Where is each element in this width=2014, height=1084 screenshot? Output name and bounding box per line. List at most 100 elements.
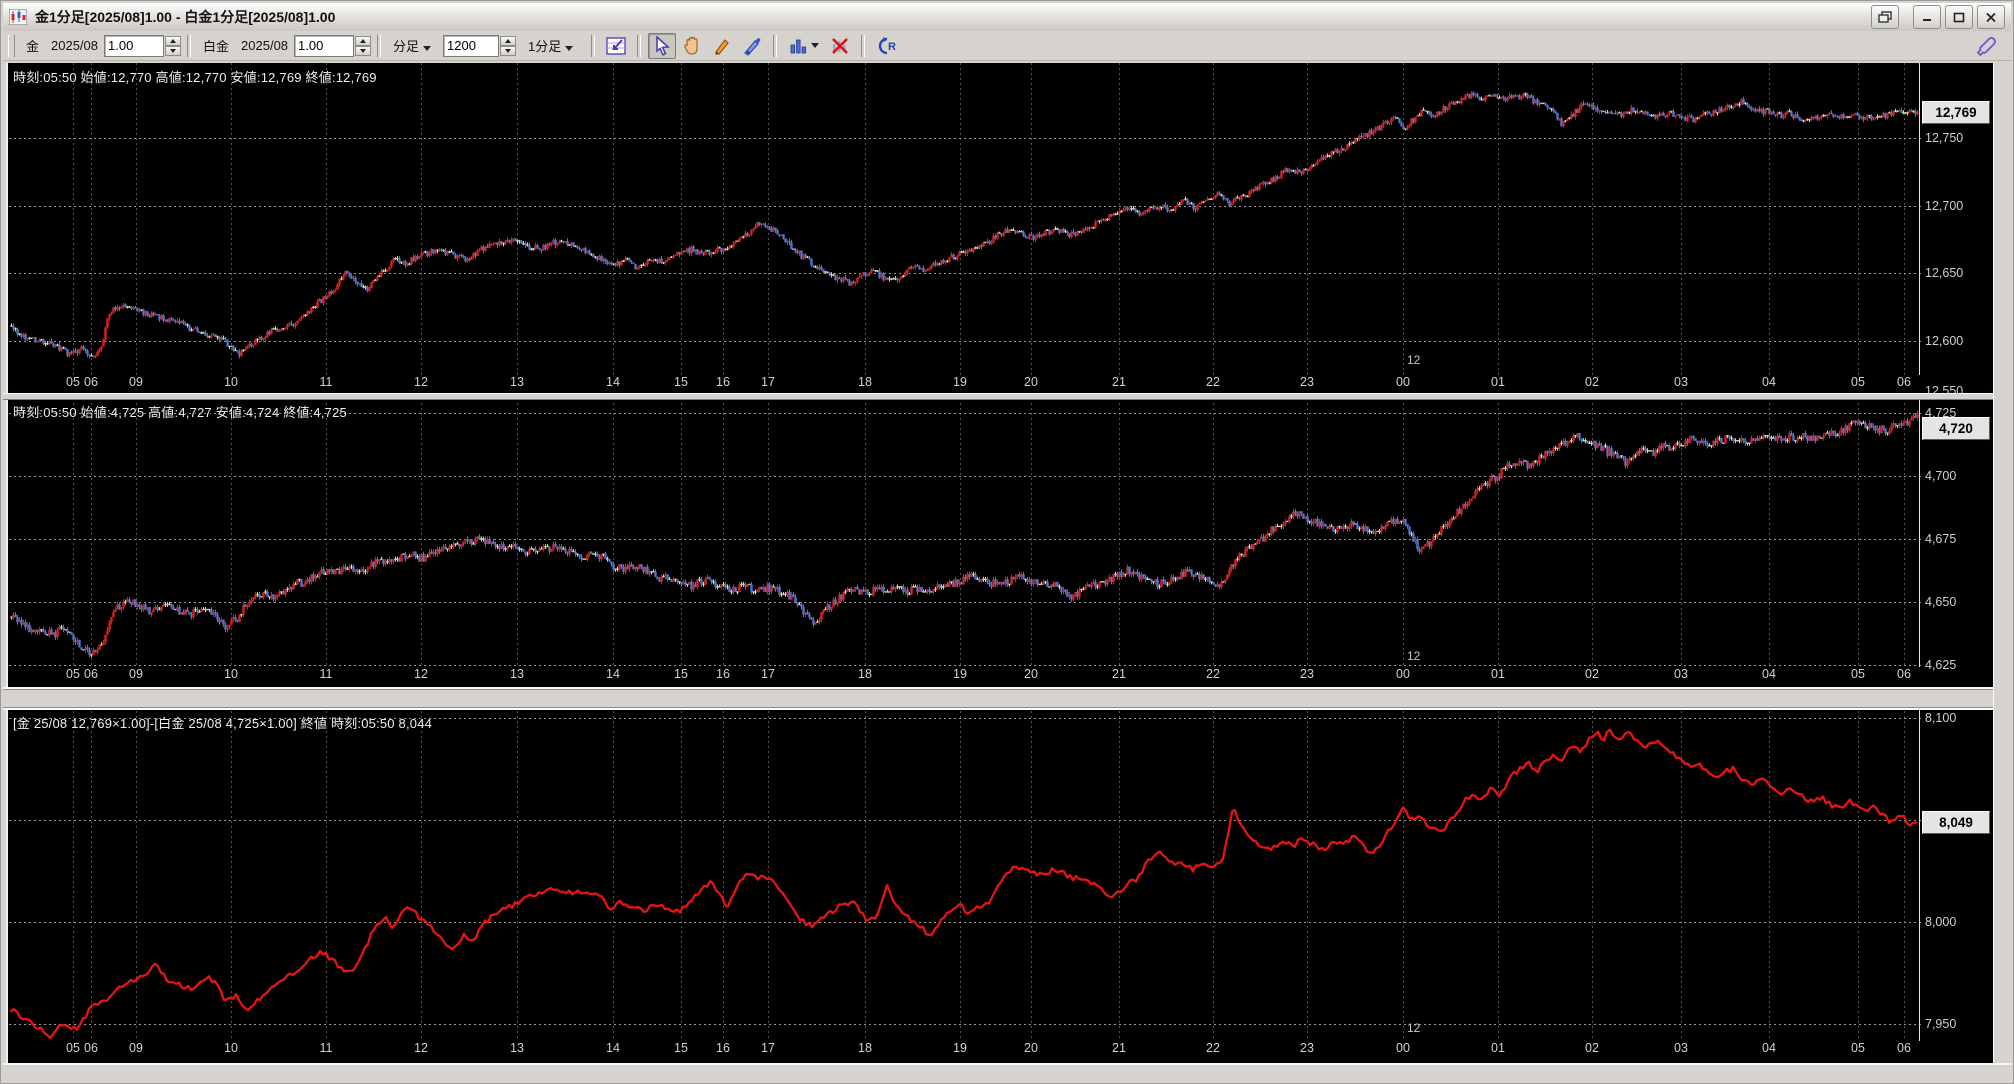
draw-line-button[interactable] [708, 33, 736, 59]
time-axis-label: 15 [666, 375, 696, 389]
spin-down-icon [360, 49, 366, 53]
timeframe-dropdown[interactable]: 1分足 [528, 36, 579, 55]
panel-splitter[interactable] [3, 393, 2011, 400]
time-axis-label: 04 [1754, 375, 1784, 389]
time-axis-label: 20 [1016, 667, 1046, 681]
time-axis-label: 17 [753, 375, 783, 389]
time-axis-label: 18 [850, 1041, 880, 1055]
toolbar-grip[interactable] [8, 35, 15, 57]
chevron-down-icon [811, 43, 819, 48]
window-title: 金1分足[2025/08]1.00 - 白金1分足[2025/08]1.00 [35, 7, 335, 27]
bar-count-stepper[interactable] [500, 36, 516, 56]
time-axis-label: 19 [945, 1041, 975, 1055]
toolbar-separator [187, 35, 191, 57]
window-bottom-frame [3, 1063, 2011, 1084]
gold-scale-input[interactable] [104, 35, 164, 57]
date-change-label: 12 [1407, 1021, 1420, 1035]
chart-type-button[interactable] [784, 33, 824, 59]
date-change-label: 12 [1407, 353, 1420, 367]
time-axis-label: 06 [76, 1041, 106, 1055]
time-axis-label: 19 [945, 375, 975, 389]
hand-icon [682, 36, 702, 56]
time-axis-label: 13 [502, 375, 532, 389]
panel-splitter[interactable] [3, 687, 2011, 710]
time-axis-label: 10 [216, 375, 246, 389]
close-button[interactable] [1977, 5, 2005, 29]
gold-last-price-badge: 12,769 [1922, 101, 1990, 124]
time-axis-label: 22 [1198, 375, 1228, 389]
y-axis-label: 7,950 [1925, 1017, 1987, 1031]
minimize-button[interactable] [1913, 5, 1941, 29]
time-axis-label: 09 [121, 375, 151, 389]
time-axis-row: 0506091011121314151617181920212223000102… [9, 375, 1921, 393]
wrench-icon [1977, 36, 1997, 56]
y-axis-label: 8,100 [1925, 711, 1987, 725]
time-axis-label: 05 [1843, 375, 1873, 389]
spread-line-chart[interactable] [9, 706, 1921, 1041]
platinum-last-price-badge: 4,720 [1922, 417, 1990, 440]
time-axis-label: 20 [1016, 375, 1046, 389]
maximize-icon [1953, 12, 1965, 23]
title-bar[interactable]: 金1分足[2025/08]1.00 - 白金1分足[2025/08]1.00 [3, 3, 2011, 31]
platinum-candle-chart[interactable] [9, 398, 1921, 667]
spread-last-price-badge: 8,049 [1922, 811, 1990, 834]
time-axis-label: 05 [1843, 1041, 1873, 1055]
time-axis-row: 0506091011121314151617181920212223000102… [9, 667, 1921, 685]
time-axis-label: 01 [1483, 1041, 1513, 1055]
chevron-down-icon [423, 46, 431, 51]
annotate-pen-button[interactable] [738, 33, 766, 59]
time-axis-label: 01 [1483, 667, 1513, 681]
pan-tool-button[interactable] [678, 33, 706, 59]
y-axis-label: 8,000 [1925, 915, 1987, 929]
time-axis-label: 21 [1104, 1041, 1134, 1055]
cursor-tool-button[interactable] [648, 33, 676, 59]
time-axis-label: 01 [1483, 375, 1513, 389]
toolbar: 金 2025/08 白金 2025/08 分足 1分足 [3, 31, 2011, 61]
gold-ohlc-readout: 時刻:05:50 始値:12,770 高値:12,770 安値:12,769 終… [13, 67, 377, 86]
window-layers-button[interactable] [1871, 5, 1899, 29]
time-axis-label: 22 [1198, 667, 1228, 681]
time-axis-label: 06 [1889, 1041, 1919, 1055]
spin-up-icon [505, 39, 511, 43]
toolbar-separator [773, 35, 777, 57]
refresh-button[interactable]: R [872, 33, 900, 59]
bar-count-input[interactable] [443, 35, 499, 57]
time-axis-label: 00 [1388, 1041, 1418, 1055]
spin-down-icon [505, 49, 511, 53]
close-icon [1985, 12, 1997, 23]
time-axis-label: 14 [598, 1041, 628, 1055]
time-axis-label: 22 [1198, 1041, 1228, 1055]
platinum-scale-stepper[interactable] [355, 36, 371, 56]
platinum-scale-input[interactable] [294, 35, 354, 57]
time-axis-label: 16 [708, 1041, 738, 1055]
y-axis-label: 4,625 [1925, 658, 1987, 672]
time-axis-label: 15 [666, 1041, 696, 1055]
time-axis-label: 02 [1577, 1041, 1607, 1055]
gold-candle-chart[interactable] [9, 63, 1921, 375]
time-axis-label: 23 [1292, 667, 1322, 681]
platinum-contract-month: 2025/08 [241, 38, 288, 53]
toolbar-separator [637, 35, 641, 57]
toolbar-separator [377, 35, 381, 57]
time-axis-label: 18 [850, 667, 880, 681]
interval-dropdown[interactable]: 分足 [393, 36, 437, 55]
time-axis-label: 14 [598, 667, 628, 681]
time-axis-label: 09 [121, 1041, 151, 1055]
time-axis-label: 00 [1388, 375, 1418, 389]
time-axis-label: 17 [753, 667, 783, 681]
gold-scale-stepper[interactable] [165, 36, 181, 56]
settings-wrench-button[interactable] [1973, 33, 2001, 59]
spin-up-icon [360, 39, 366, 43]
chevron-down-icon [565, 46, 573, 51]
time-axis-label: 10 [216, 1041, 246, 1055]
y-axis-label: 4,650 [1925, 595, 1987, 609]
time-axis-label: 13 [502, 1041, 532, 1055]
gold-contract-month: 2025/08 [51, 38, 98, 53]
delete-chart-button[interactable] [826, 33, 854, 59]
chart-grid-settings-button[interactable] [602, 33, 630, 59]
date-change-label: 12 [1407, 649, 1420, 663]
maximize-button[interactable] [1945, 5, 1973, 29]
time-axis-label: 15 [666, 667, 696, 681]
time-axis-label: 02 [1577, 375, 1607, 389]
platinum-label: 白金 [203, 36, 229, 55]
